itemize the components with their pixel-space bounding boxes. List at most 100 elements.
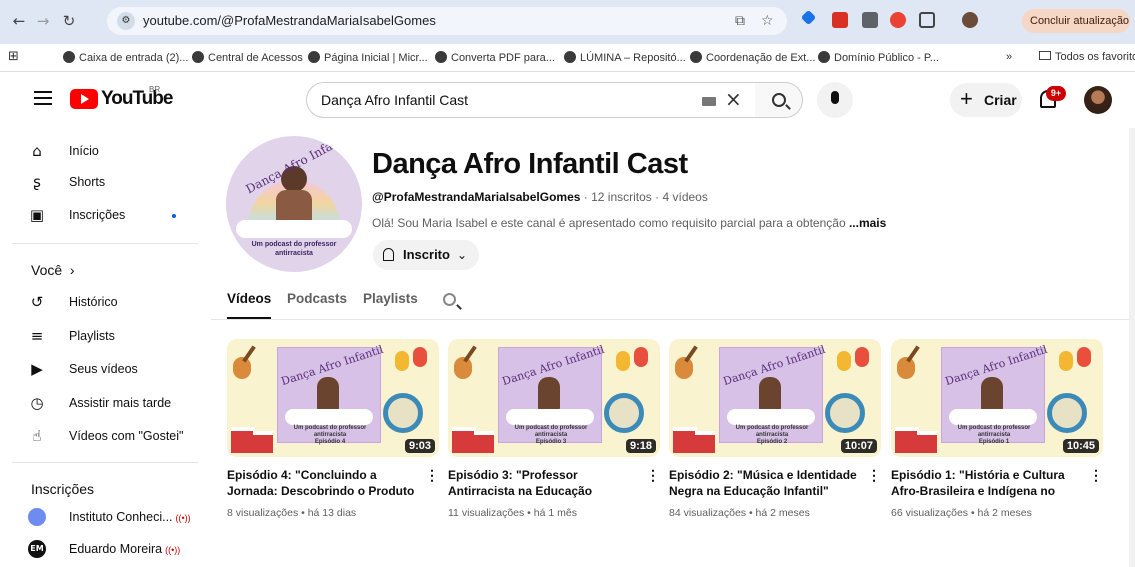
drum-icon: [231, 427, 255, 453]
create-button[interactable]: Criar: [950, 82, 1022, 117]
menu-icon[interactable]: [34, 91, 52, 105]
sidebar-item-history[interactable]: ↺ Histórico: [28, 291, 198, 315]
address-bar[interactable]: ⚙ youtube.com/@ProfaMestrandaMariaIsabel…: [107, 7, 787, 35]
drum-icon: [452, 427, 476, 453]
video-thumbnail[interactable]: Dança Afro Infantil Um podcast do profes…: [448, 339, 660, 457]
search-icon[interactable]: [443, 293, 456, 306]
bookmark-item[interactable]: Converta PDF para...: [435, 51, 555, 64]
sidebar-item-playlists[interactable]: ≡ Playlists: [28, 325, 198, 349]
tab-podcasts[interactable]: Podcasts: [287, 291, 347, 306]
video-thumbnail[interactable]: Dança Afro Infantil Um podcast do profes…: [227, 339, 439, 457]
browser-toolbar: ← → ↻ ⚙ youtube.com/@ProfaMestrandaMaria…: [0, 0, 1135, 44]
video-card[interactable]: Dança Afro Infantil Um podcast do profes…: [227, 339, 439, 519]
install-app-icon[interactable]: ⧉: [735, 13, 745, 29]
video-card[interactable]: Dança Afro Infantil Um podcast do profes…: [891, 339, 1103, 519]
site-info-icon[interactable]: ⚙: [117, 12, 135, 30]
video-thumbnail[interactable]: Dança Afro Infantil Um podcast do profes…: [891, 339, 1103, 457]
you-section-header[interactable]: Você ›: [31, 262, 75, 278]
apps-grid-icon[interactable]: ⊞: [8, 49, 19, 64]
channel-avatar-icon: [28, 508, 46, 526]
channel-meta: @ProfaMestrandaMariaIsabelGomes · 12 ins…: [372, 190, 708, 204]
reload-icon[interactable]: ↻: [58, 10, 80, 32]
more-options-icon[interactable]: ⋮: [425, 467, 439, 484]
extension-icon[interactable]: [890, 12, 906, 28]
tab-videos[interactable]: Vídeos: [227, 291, 271, 306]
sidebar-subscription[interactable]: Instituto Conheci... ((•)): [28, 506, 198, 530]
notifications-badge: 9+: [1046, 86, 1066, 101]
search-button[interactable]: [755, 82, 803, 118]
history-icon: ↺: [30, 293, 44, 311]
forward-icon[interactable]: →: [32, 10, 54, 32]
bookmark-item[interactable]: Central de Acessos: [192, 51, 303, 64]
bookmark-item[interactable]: Coordenação de Ext...: [690, 51, 815, 64]
sidebar-item-your-videos[interactable]: ▶ Seus vídeos: [28, 358, 198, 382]
your-videos-icon: ▶: [31, 360, 43, 378]
sidebar-subscription[interactable]: EM Eduardo Moreira ((•)): [28, 538, 198, 562]
video-meta: 66 visualizações • há 2 meses: [891, 507, 1032, 519]
drum-icon: [695, 431, 715, 453]
bookmark-item[interactable]: Domínio Público - P...: [818, 51, 939, 64]
clear-search-icon[interactable]: ×: [725, 87, 742, 111]
video-meta: 11 visualizações • há 1 mês: [448, 507, 577, 519]
subscribed-button[interactable]: Inscrito ⌄: [373, 240, 479, 270]
video-title[interactable]: Episódio 2: "Música e Identidade Negra n…: [669, 467, 859, 499]
maracas-icon: [837, 351, 851, 371]
drum-icon: [673, 427, 697, 453]
extension-icon[interactable]: [862, 12, 878, 28]
sidebar-item-liked[interactable]: ☝ Vídeos com "Gostei": [28, 425, 198, 449]
video-thumbnail[interactable]: Dança Afro Infantil Um podcast do profes…: [669, 339, 881, 457]
video-card[interactable]: Dança Afro Infantil Um podcast do profes…: [669, 339, 881, 519]
update-button[interactable]: Concluir atualização: [1022, 9, 1130, 33]
back-icon[interactable]: ←: [8, 10, 30, 32]
maracas-icon: [634, 347, 648, 367]
like-icon: ☝: [32, 427, 42, 445]
search-input[interactable]: Dança Afro Infantil Cast ×: [306, 82, 756, 118]
video-title[interactable]: Episódio 3: "Professor Antirracista na E…: [448, 467, 638, 499]
more-options-icon[interactable]: ⋮: [867, 467, 881, 484]
play-icon: [70, 89, 98, 109]
extensions-puzzle-icon[interactable]: [919, 12, 935, 28]
new-content-dot: [172, 214, 176, 218]
guitar-icon: [233, 357, 251, 379]
keyboard-icon[interactable]: [702, 97, 716, 106]
tab-playlists[interactable]: Playlists: [363, 291, 418, 306]
profile-avatar[interactable]: [962, 12, 978, 28]
live-icon: ((•)): [175, 513, 191, 523]
extension-icon[interactable]: [800, 9, 817, 26]
channel-avatar[interactable]: Dança Afro Infantil Um podcast do profes…: [226, 136, 362, 272]
video-meta: 8 visualizações • há 13 dias: [227, 507, 357, 519]
voice-search-button[interactable]: [817, 82, 853, 118]
playlists-icon: ≡: [30, 327, 44, 345]
child-illustration: [276, 190, 312, 224]
guitar-icon: [454, 357, 472, 379]
video-title[interactable]: Episódio 4: "Concluindo a Jornada: Desco…: [227, 467, 417, 499]
video-duration: 10:45: [1062, 439, 1099, 453]
sidebar-item-shorts[interactable]: ʂ Shorts: [28, 171, 198, 195]
more-options-icon[interactable]: ⋮: [646, 467, 660, 484]
all-favorites[interactable]: Todos os favoritos: [1039, 51, 1135, 63]
avatar[interactable]: [1084, 86, 1112, 114]
channel-handle: @ProfaMestrandaMariaIsabelGomes: [372, 190, 581, 204]
subscriptions-icon: ▣: [29, 206, 45, 224]
sidebar-item-subscriptions[interactable]: ▣ Inscrições: [28, 204, 198, 228]
sidebar-item-home[interactable]: ⌂ Início: [28, 140, 198, 164]
extension-icon[interactable]: [832, 12, 848, 28]
sidebar-item-watch-later[interactable]: ◷ Assistir mais tarde: [28, 392, 198, 416]
more-bookmarks[interactable]: »: [1006, 51, 1012, 63]
maracas-icon: [855, 347, 869, 367]
bookmark-star-icon[interactable]: ☆: [761, 13, 774, 29]
avatar-subtitle: Um podcast do professor antirracista: [251, 241, 337, 257]
video-card[interactable]: Dança Afro Infantil Um podcast do profes…: [448, 339, 660, 519]
video-title[interactable]: Episódio 1: "História e Cultura Afro-Bra…: [891, 467, 1081, 499]
url-text: youtube.com/@ProfaMestrandaMariaIsabelGo…: [143, 13, 436, 28]
more-options-icon[interactable]: ⋮: [1089, 467, 1103, 484]
bookmark-item[interactable]: Caixa de entrada (2)...: [63, 51, 188, 64]
maracas-icon: [413, 347, 427, 367]
video-meta: 84 visualizações • há 2 meses: [669, 507, 810, 519]
search-icon: [772, 93, 786, 107]
bookmark-item[interactable]: LÚMINA – Repositó...: [564, 51, 686, 64]
tambourine-icon: [604, 393, 644, 433]
scrollbar[interactable]: [1129, 128, 1135, 567]
channel-description[interactable]: Olá! Sou Maria Isabel e este canal é apr…: [372, 216, 886, 230]
bookmark-item[interactable]: Página Inicial | Micr...: [308, 51, 428, 64]
